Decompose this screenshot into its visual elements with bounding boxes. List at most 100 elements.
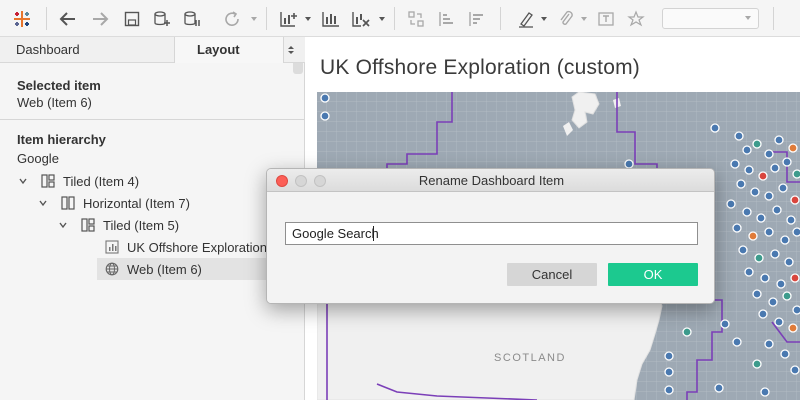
globe-icon: [105, 262, 119, 276]
map-point: [764, 339, 774, 349]
map-point: [760, 387, 770, 397]
group-dropdown-icon[interactable]: [580, 15, 588, 23]
panel-tabs: Dashboard Layout: [0, 37, 305, 63]
back-arrow-icon[interactable]: [56, 0, 80, 37]
map-point: [758, 309, 768, 319]
highlight-icon[interactable]: [514, 0, 538, 37]
new-worksheet-dropdown-icon[interactable]: [304, 15, 312, 23]
new-data-source-icon[interactable]: [150, 0, 174, 37]
chevron-down-icon[interactable]: [37, 192, 49, 214]
item-hierarchy-title: Item hierarchy: [17, 132, 106, 147]
item-name-input[interactable]: [285, 222, 698, 245]
map-point: [764, 149, 774, 159]
map-point: [732, 337, 742, 347]
tableau-logo-icon[interactable]: [10, 0, 34, 37]
tiled-container-icon: [41, 174, 55, 188]
map-point: [774, 317, 784, 327]
dialog-titlebar[interactable]: Rename Dashboard Item: [267, 169, 714, 192]
map-point: [764, 227, 774, 237]
tree-row[interactable]: Tiled (Item 5): [57, 214, 267, 236]
map-point: [788, 143, 798, 153]
refresh-icon[interactable]: [220, 0, 244, 37]
forward-arrow-icon[interactable]: [88, 0, 112, 37]
ok-button[interactable]: OK: [608, 263, 698, 286]
map-point: [790, 365, 800, 375]
rename-dialog: Rename Dashboard Item Cancel OK: [266, 168, 715, 304]
map-point: [790, 273, 800, 283]
highlight-dropdown-icon[interactable]: [540, 15, 548, 23]
map-point: [784, 257, 794, 267]
map-point: [768, 297, 778, 307]
map-point: [770, 249, 780, 259]
map-point: [780, 235, 790, 245]
map-point: [714, 383, 724, 393]
horizontal-container-icon: [61, 196, 75, 210]
duplicate-sheet-icon[interactable]: [318, 0, 344, 37]
map-point: [786, 215, 796, 225]
show-labels-icon[interactable]: [594, 0, 618, 37]
new-worksheet-icon[interactable]: [276, 0, 302, 37]
scrollbar[interactable]: [293, 63, 303, 74]
map-point: [756, 213, 766, 223]
map-point: [720, 319, 730, 329]
map-place-label: SCOTLAND: [494, 352, 566, 364]
map-point: [710, 123, 720, 133]
map-point: [682, 327, 692, 337]
tree-row[interactable]: Horizontal (Item 7): [37, 192, 267, 214]
map-point: [764, 191, 774, 201]
map-point: [758, 171, 768, 181]
sort-descending-icon[interactable]: [464, 0, 488, 37]
chevron-down-icon: [745, 16, 751, 20]
map-point: [752, 139, 762, 149]
chevron-down-icon[interactable]: [57, 214, 69, 236]
map-point: [772, 205, 782, 215]
map-point: [748, 231, 758, 241]
tree-label: Horizontal (Item 7): [83, 195, 190, 211]
tree-label: Web (Item 6): [127, 261, 202, 277]
dialog-body: Cancel OK: [267, 192, 714, 303]
map-point: [664, 385, 674, 395]
map-point: [792, 169, 800, 179]
toolbar: [0, 0, 800, 37]
pause-updates-icon[interactable]: [180, 0, 204, 37]
save-icon[interactable]: [120, 0, 144, 37]
tree-label: UK Offshore Exploration: [127, 239, 267, 255]
map-point: [726, 199, 736, 209]
cancel-button[interactable]: Cancel: [507, 263, 597, 286]
tree-row-selected[interactable]: Web (Item 6): [97, 258, 267, 280]
map-point: [760, 273, 770, 283]
map-point: [738, 245, 748, 255]
map-point: [788, 323, 798, 333]
map-point: [664, 351, 674, 361]
clear-sheet-icon[interactable]: [348, 0, 374, 37]
map-point: [736, 179, 746, 189]
tab-layout[interactable]: Layout: [174, 37, 284, 63]
tab-dashboard[interactable]: Dashboard: [0, 37, 174, 63]
tree-row[interactable]: Tiled (Item 4): [17, 170, 267, 192]
tree-label: Tiled (Item 4): [63, 173, 140, 189]
map-point: [750, 187, 760, 197]
map-point: [790, 195, 800, 205]
group-icon[interactable]: [554, 0, 578, 37]
map-point: [742, 207, 752, 217]
clear-sheet-dropdown-icon[interactable]: [378, 15, 386, 23]
map-point: [754, 253, 764, 263]
tab-menu-icon[interactable]: [285, 44, 297, 56]
pin-icon[interactable]: [624, 0, 648, 37]
map-point: [778, 183, 788, 193]
map-point: [664, 367, 674, 377]
map-point: [732, 223, 742, 233]
tree-row[interactable]: UK Offshore Exploration: [105, 236, 267, 258]
refresh-dropdown-icon[interactable]: [250, 15, 258, 23]
map-point: [744, 267, 754, 277]
map-point: [782, 157, 792, 167]
map-point: [624, 159, 634, 169]
sort-ascending-icon[interactable]: [434, 0, 458, 37]
map-point: [752, 359, 762, 369]
map-point: [742, 145, 752, 155]
chevron-down-icon[interactable]: [17, 170, 29, 192]
fit-select[interactable]: [662, 8, 759, 29]
divider: [0, 119, 305, 120]
swap-icon[interactable]: [404, 0, 428, 37]
map-point: [744, 165, 754, 175]
